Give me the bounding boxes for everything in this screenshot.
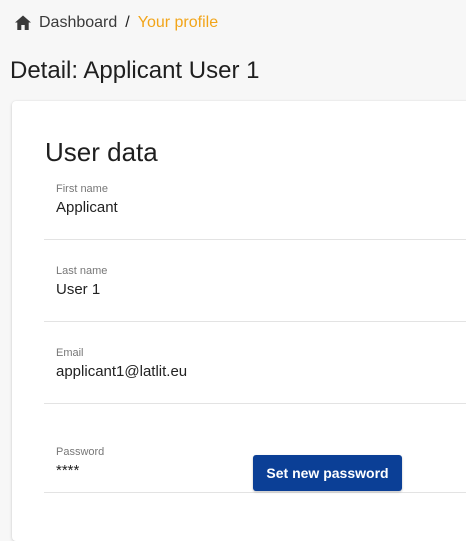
user-data-card: User data First name Applicant Last name… bbox=[12, 101, 466, 541]
breadcrumb-current: Your profile bbox=[137, 14, 219, 31]
last-name-field: Last name User 1 bbox=[44, 265, 466, 322]
set-new-password-button[interactable]: Set new password bbox=[253, 455, 402, 491]
home-icon[interactable] bbox=[14, 14, 32, 32]
page-title: Detail: Applicant User 1 bbox=[10, 57, 260, 84]
email-field: Email applicant1@latlit.eu bbox=[44, 347, 466, 404]
last-name-value: User 1 bbox=[56, 281, 101, 298]
first-name-label: First name bbox=[56, 183, 108, 195]
password-label: Password bbox=[56, 446, 105, 458]
email-label: Email bbox=[56, 347, 84, 359]
breadcrumb-separator: / bbox=[125, 14, 130, 31]
last-name-label: Last name bbox=[56, 265, 108, 277]
breadcrumb-dashboard-link[interactable]: Dashboard bbox=[39, 14, 117, 32]
email-value: applicant1@latlit.eu bbox=[56, 363, 188, 380]
breadcrumb: Dashboard / Your profile bbox=[14, 12, 218, 34]
first-name-value: Applicant bbox=[56, 199, 118, 216]
first-name-field: First name Applicant bbox=[44, 183, 466, 240]
section-title: User data bbox=[45, 137, 158, 167]
password-value: **** bbox=[56, 462, 80, 479]
